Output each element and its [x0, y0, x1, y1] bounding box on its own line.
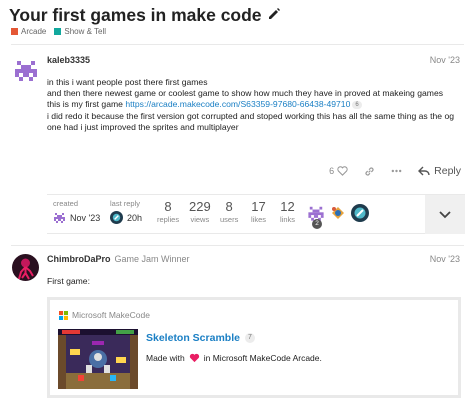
post-line: and then there newest game or coolest ga…	[47, 88, 444, 99]
topic-title[interactable]: Your first games in make code	[9, 5, 281, 26]
avatar[interactable]	[13, 57, 39, 83]
category-color-swatch	[54, 28, 62, 35]
link-click-count: 7	[244, 333, 255, 343]
replies-count: 8	[164, 199, 172, 214]
like-button[interactable]: 6	[329, 166, 348, 176]
post-line-text: this is my first game	[47, 99, 126, 110]
user-title: Game Jam Winner	[114, 254, 190, 264]
copy-link-button[interactable]	[364, 166, 375, 177]
created-label: created	[53, 199, 79, 208]
preview-title-link[interactable]: Skeleton Scramble	[146, 332, 240, 344]
likes-count: 17	[251, 199, 266, 214]
category-label: Arcade	[21, 27, 47, 36]
last-reply-time: 20h	[127, 212, 143, 223]
topic-title-text: Your first games in make code	[9, 5, 262, 25]
post-line: i did redo it because the first version …	[47, 110, 455, 121]
category-arcade[interactable]: Arcade	[11, 27, 46, 36]
post-date[interactable]: Nov '23	[430, 254, 460, 264]
links-label: links	[280, 215, 296, 224]
participant-avatars: 2	[307, 204, 369, 229]
chevron-down-icon	[439, 210, 451, 218]
post-line: one had i just improved the sprites and …	[47, 121, 239, 132]
users-stat: 8 users	[220, 199, 238, 224]
replies-stat: 8 replies	[157, 199, 179, 224]
created-info: created Nov '23	[53, 199, 100, 224]
post-body: First game:	[47, 276, 90, 286]
participant-avatar[interactable]	[351, 204, 369, 227]
category-show-and-tell[interactable]: Show & Tell	[54, 27, 106, 36]
divider	[11, 44, 464, 45]
views-label: views	[190, 215, 210, 224]
likes-label: likes	[251, 215, 267, 224]
like-count: 6	[329, 166, 335, 176]
users-count: 8	[225, 199, 233, 214]
participant-avatar[interactable]	[329, 204, 347, 227]
preview-source-name: Microsoft MakeCode	[72, 310, 150, 320]
category-color-swatch	[11, 28, 18, 35]
post-date[interactable]: Nov '23	[430, 55, 460, 65]
replies-label: replies	[157, 215, 180, 224]
link-preview-card[interactable]: Microsoft MakeCode Skeleton Scramble 7 M…	[47, 297, 461, 398]
heart-icon	[337, 166, 348, 176]
avatar	[54, 213, 65, 223]
topic-map: created Nov '23 last reply 20h 8 replies…	[47, 194, 465, 234]
reply-label: Reply	[434, 165, 461, 177]
links-count: 12	[280, 199, 295, 214]
more-options-button[interactable]	[391, 169, 402, 173]
likes-stat: 17 likes	[251, 199, 266, 224]
views-stat: 229 views	[189, 199, 211, 224]
post-line: in this i want people post there first g…	[47, 77, 208, 87]
post-username[interactable]: kaleb3335	[47, 55, 90, 65]
last-reply-info[interactable]: last reply 20h	[110, 199, 142, 224]
game-thumbnail[interactable]	[58, 329, 138, 389]
created-value-row: Nov '23	[53, 211, 100, 224]
last-reply-label: last reply	[110, 199, 141, 208]
post-username-row: ChimbroDaPro Game Jam Winner	[47, 254, 190, 264]
ellipsis-icon	[391, 169, 402, 173]
last-reply-value-row: 20h	[110, 211, 142, 224]
post-line-with-link: this is my first game https://arcade.mak…	[47, 99, 465, 110]
divider	[11, 245, 464, 246]
post-body: in this i want people post there first g…	[47, 77, 465, 133]
post-username[interactable]: ChimbroDaPro	[47, 254, 111, 264]
preview-desc-before: Made with	[146, 353, 185, 363]
avatar[interactable]	[12, 254, 39, 281]
edit-pencil-icon[interactable]	[267, 5, 281, 26]
post-count-badge: 2	[312, 219, 322, 229]
category-label: Show & Tell	[64, 27, 107, 36]
avatar	[110, 211, 123, 224]
microsoft-logo-icon	[59, 310, 68, 320]
link-click-count: 6	[352, 101, 362, 110]
preview-description: Made with in Microsoft MakeCode Arcade.	[146, 353, 322, 363]
users-label: users	[220, 215, 239, 224]
game-link[interactable]: https://arcade.makecode.com/S63359-97680…	[125, 99, 350, 109]
expand-summary-button[interactable]	[425, 195, 465, 234]
reply-button[interactable]: Reply	[418, 165, 461, 177]
post-actions: 6 Reply	[313, 165, 461, 177]
heart-icon	[189, 353, 199, 363]
created-date: Nov '23	[70, 212, 101, 223]
reply-arrow-icon	[418, 166, 430, 176]
links-stat: 12 links	[280, 199, 295, 224]
category-list: Arcade Show & Tell	[11, 27, 114, 36]
preview-desc-after: in Microsoft MakeCode Arcade.	[203, 353, 322, 363]
avatar	[351, 204, 369, 222]
preview-source: Microsoft MakeCode	[59, 310, 150, 320]
views-count: 229	[189, 199, 211, 214]
preview-title-row: Skeleton Scramble 7	[146, 332, 255, 344]
link-icon	[365, 166, 374, 176]
participant-avatar[interactable]: 2	[307, 204, 325, 229]
avatar	[332, 207, 344, 219]
